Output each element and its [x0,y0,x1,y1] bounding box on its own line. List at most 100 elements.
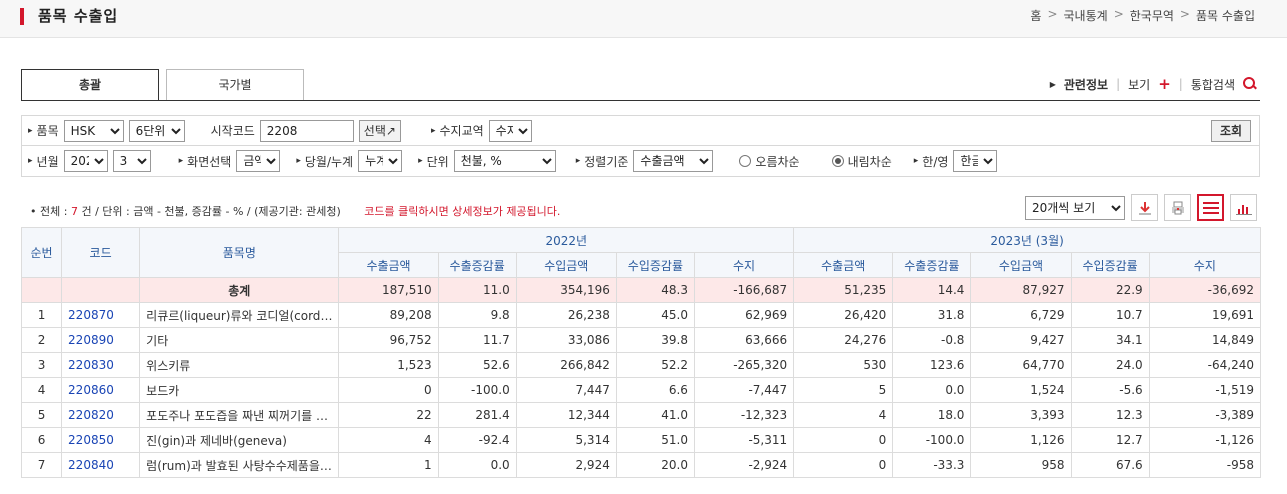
code-link[interactable]: 220840 [68,458,114,472]
list-view-icon[interactable] [1197,194,1224,221]
code-link[interactable]: 220830 [68,358,114,372]
row-value: 0 [793,452,894,478]
row-code[interactable]: 220890 [61,327,141,353]
row-value: -265,320 [693,352,795,378]
row-value: 39.8 [615,327,695,353]
col-import-rate[interactable]: 수입증감률 [615,252,695,278]
tab-bar: 총괄 국가별 [21,69,311,101]
row-code[interactable]: 220840 [61,452,141,478]
row-value: 281.4 [437,402,517,428]
print-icon[interactable] [1164,194,1191,221]
year-select[interactable]: 2023 [63,150,108,172]
col-year-2023: 2023년 (3월) [793,227,1261,253]
result-count: 7 [70,205,78,218]
row-value: 958 [970,452,1072,478]
row-code[interactable]: 220820 [61,402,141,428]
row-name: 포도주나 포도즙을 짜낸 찌꺼기를 증류한 것 [139,402,340,428]
row-value: -1,126 [1148,427,1262,453]
row-value: 6,729 [970,302,1072,328]
screen-label: 화면선택 [179,153,231,170]
row-name: 기타 [139,327,340,353]
page-size-select[interactable]: 20개씩 보기 [1025,195,1125,220]
chart-view-icon[interactable] [1230,194,1257,221]
row-value: 4 [338,427,439,453]
row-value: 7,447 [515,377,617,403]
view-link[interactable]: 보기 [1128,76,1150,93]
row-value: 6.6 [615,377,695,403]
breadcrumb-domestic[interactable]: 국내통계 [1064,7,1108,24]
balance-label: 수지교역 [431,122,483,139]
col-code: 코드 [61,227,141,278]
row-code[interactable]: 220850 [61,427,141,453]
row-value: 19,691 [1148,302,1262,328]
search-icon[interactable] [1243,77,1257,91]
col-export[interactable]: 수출금액 [793,252,894,278]
breadcrumb-korea-trade[interactable]: 한국무역 [1130,7,1174,24]
balance-select[interactable]: 수지 [488,119,532,142]
table-row: 7 220840 럼(rum)과 발효된 사탕수수제품을 증류한 것10.02,92… [20,452,1262,478]
row-value: 1,126 [970,427,1072,453]
code-click-note: 코드를 클릭하시면 상세정보가 제공됩니다. [364,205,561,218]
col-export[interactable]: 수출금액 [338,252,439,278]
digits-select[interactable]: 6단위 [128,119,185,142]
code-type-select[interactable]: HSK [63,119,124,142]
row-value: 62,969 [693,302,795,328]
row-value: -2,924 [693,452,795,478]
filter-row-1: 품목 HSK 6단위 시작코드 2208 선택↗ 수지교역 수지 조회 [21,115,1260,145]
row-value: 12.7 [1070,427,1150,453]
breadcrumb-current[interactable]: 품목 수출입 [1196,7,1255,24]
row-value: 12.3 [1070,402,1150,428]
lang-select[interactable]: 한글 [953,150,998,172]
trade-table: 순번 코드 품목명 2022년 2023년 (3월) 수출금액 수출증감률 수입… [20,227,1262,478]
desc-radio[interactable]: 내림차순 [831,153,892,170]
row-code[interactable]: 220860 [61,377,141,403]
col-export-rate[interactable]: 수출증감률 [892,252,972,278]
code-link[interactable]: 220870 [68,308,114,322]
row-value: -92.4 [437,427,517,453]
col-import-rate[interactable]: 수입증감률 [1070,252,1150,278]
download-icon[interactable] [1131,194,1158,221]
row-value: 10.7 [1070,302,1150,328]
code-link[interactable]: 220820 [68,408,114,422]
col-balance[interactable]: 수지 [693,252,795,278]
breadcrumb-home[interactable]: 홈 [1030,7,1041,24]
row-value: 14,849 [1148,327,1262,353]
page-title: 품목 수출입 [38,7,119,25]
code-link[interactable]: 220890 [68,333,114,347]
tab-by-country[interactable]: 국가별 [166,69,304,101]
col-import[interactable]: 수입금액 [515,252,617,278]
row-no: 2 [20,327,63,353]
select-button[interactable]: 선택↗ [358,119,401,142]
plus-icon[interactable]: + [1158,75,1171,93]
row-value: -64,240 [1148,352,1262,378]
related-info-link[interactable]: 관련정보 [1064,76,1108,93]
integrated-search-link[interactable]: 통합검색 [1191,76,1235,93]
row-value: 0.0 [437,452,517,478]
sort-select[interactable]: 수출금액 [633,150,714,172]
row-code[interactable]: 220830 [61,352,141,378]
unit-select[interactable]: 천불, % [453,150,556,172]
col-year-2022: 2022년 [338,227,795,253]
external-link-icon: ↗ [385,123,396,138]
asc-radio[interactable]: 오름차순 [739,153,800,170]
month-select[interactable]: 3 [112,150,151,172]
search-button[interactable]: 조회 [1211,120,1251,142]
col-no: 순번 [20,227,63,278]
total-row: 총계 187,510 11.0 354,196 48.3 -166,687 51… [20,277,1262,303]
row-value: 18.0 [892,402,972,428]
tab-summary[interactable]: 총괄 [21,69,159,101]
col-import[interactable]: 수입금액 [970,252,1072,278]
code-link[interactable]: 220860 [68,383,114,397]
col-export-rate[interactable]: 수출증감률 [437,252,517,278]
period-select[interactable]: 누계 [358,150,403,172]
code-link[interactable]: 220850 [68,433,114,447]
table-row: 2 220890 기타 96,752 11.7 33,086 39.8 63,666 24,27… [20,327,1262,353]
row-value: 52.6 [437,352,517,378]
row-code[interactable]: 220870 [61,302,141,328]
total-label: 총계 [139,277,340,303]
col-balance[interactable]: 수지 [1148,252,1262,278]
row-value: -1,519 [1148,377,1262,403]
unit-label: 단위 [418,153,449,170]
start-code-input[interactable]: 2208 [259,119,354,142]
screen-select[interactable]: 금액 [236,150,281,172]
